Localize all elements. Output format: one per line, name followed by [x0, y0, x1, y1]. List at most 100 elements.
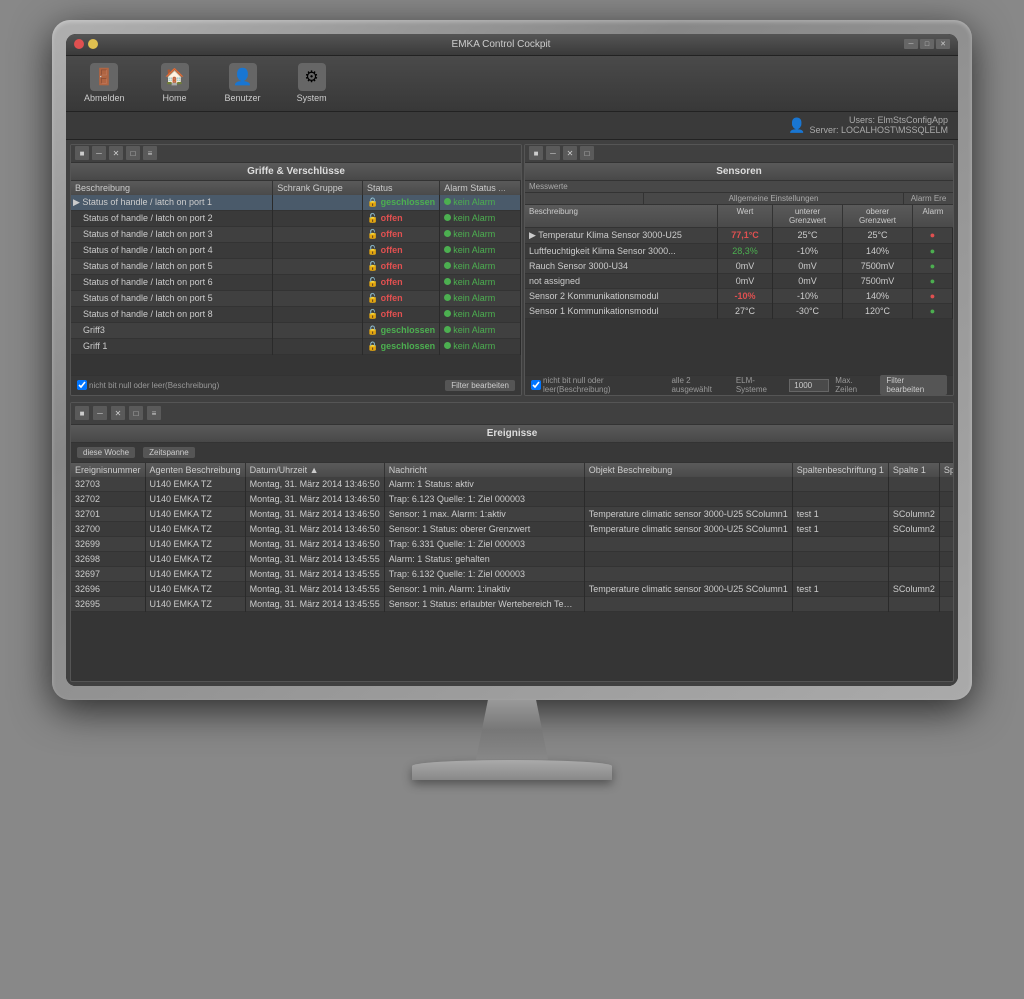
home-icon: 🏠 — [161, 63, 189, 91]
toolbar-abmelden[interactable]: 🚪 Abmelden — [76, 59, 133, 107]
griffe-row[interactable]: Status of handle / latch on port 5 🔓 off… — [71, 258, 521, 274]
sensor-cell-unterer: -10% — [773, 243, 843, 258]
griffe-tool-5[interactable]: ≡ — [143, 146, 157, 160]
ereignis-cell-col1hdr: test 1 — [792, 521, 888, 536]
sensoren-row[interactable]: Rauch Sensor 3000-U34 0mV 0mV 7500mV ● — [525, 258, 953, 273]
sensor-cell-unterer: -10% — [773, 288, 843, 303]
close-dot[interactable] — [74, 39, 84, 49]
griffe-row[interactable]: Status of handle / latch on port 8 🔓 off… — [71, 306, 521, 322]
griffe-tool-4[interactable]: □ — [126, 146, 140, 160]
user-icon: 👤 — [788, 117, 805, 134]
griffe-filter-checkbox[interactable]: nicht bit null oder leer(Beschreibung) — [77, 380, 219, 390]
sensoren-row[interactable]: not assigned 0mV 0mV 7500mV ● — [525, 273, 953, 288]
allgemeine-label: Allgemeine Einstellungen — [643, 193, 903, 204]
ereignis-cell-msg: Sensor: 1 Status: erlaubter Wertebereich… — [384, 596, 584, 611]
griffe-toolbar: ■ ─ ✕ □ ≡ — [71, 145, 521, 163]
ereignisse-row[interactable]: 32695 U140 EMKA TZ Montag, 31. März 2014… — [71, 596, 953, 611]
ereignis-cell-num: 32701 — [71, 506, 145, 521]
close-button[interactable]: ✕ — [936, 39, 950, 49]
griffe-row[interactable]: Status of handle / latch on port 4 🔓 off… — [71, 242, 521, 258]
griffe-row[interactable]: Status of handle / latch on port 5 🔓 off… — [71, 290, 521, 306]
griffe-row[interactable]: Status of handle / latch on port 3 🔓 off… — [71, 226, 521, 242]
ereignisse-row[interactable]: 32697 U140 EMKA TZ Montag, 31. März 2014… — [71, 566, 953, 581]
ereignis-cell-msg: Trap: 6.331 Quelle: 1: Ziel 000003 — [384, 536, 584, 551]
griffe-tool-2[interactable]: ─ — [92, 146, 106, 160]
sensoren-row[interactable]: Sensor 2 Kommunikationsmodul -10% -10% 1… — [525, 288, 953, 303]
griffe-cell-status: 🔓 offen — [362, 274, 439, 290]
griffe-tool-1[interactable]: ■ — [75, 146, 89, 160]
ereignis-cell-msg: Sensor: 1 max. Alarm: 1:aktiv — [384, 506, 584, 521]
ereignis-cell-agent: U140 EMKA TZ — [145, 566, 245, 581]
toolbar-system[interactable]: ⚙ System — [289, 59, 335, 107]
ereignis-cell-spalte1 — [888, 551, 939, 566]
ereignisse-row[interactable]: 32702 U140 EMKA TZ Montag, 31. März 2014… — [71, 491, 953, 506]
ereignis-cell-col1hdr — [792, 596, 888, 611]
ereignis-cell-obj: Temperature climatic sensor 3000-U25 SCo… — [584, 521, 792, 536]
sensoren-table-container: ▶ Temperatur Klima Sensor 3000-U25 77,1°… — [525, 228, 953, 375]
ereignisse-row[interactable]: 32698 U140 EMKA TZ Montag, 31. März 2014… — [71, 551, 953, 566]
sensor-cell-alarm: ● — [913, 258, 953, 273]
sensoren-row[interactable]: Sensor 1 Kommunikationsmodul 27°C -30°C … — [525, 303, 953, 318]
toolbar-home[interactable]: 🏠 Home — [153, 59, 197, 107]
sensoren-filter-btn[interactable]: Filter bearbeiten — [880, 375, 947, 395]
elm-value-input[interactable] — [789, 379, 829, 392]
sensoren-row[interactable]: Luftfeuchtigkeit Klima Sensor 3000... 28… — [525, 243, 953, 258]
sensoren-table: ▶ Temperatur Klima Sensor 3000-U25 77,1°… — [525, 228, 953, 319]
ereignis-cell-datetime: Montag, 31. März 2014 13:45:55 — [245, 551, 384, 566]
sensoren-general-header: Allgemeine Einstellungen Alarm Ere — [525, 193, 953, 205]
ereignisse-tool-1[interactable]: ■ — [75, 406, 89, 420]
griffe-row[interactable]: Status of handle / latch on port 2 🔓 off… — [71, 210, 521, 226]
griffe-row[interactable]: ▶ Status of handle / latch on port 1 🔒 g… — [71, 195, 521, 211]
ereignisse-tool-5[interactable]: ≡ — [147, 406, 161, 420]
maximize-button[interactable]: □ — [920, 39, 934, 49]
col-beschreibung: Beschreibung — [71, 181, 273, 195]
monitor-bezel: EMKA Control Cockpit ─ □ ✕ 🚪 Abmelden 🏠 — [66, 34, 958, 686]
ereignis-cell-num: 32703 — [71, 477, 145, 492]
max-zeilen-label: Max. Zeilen — [835, 376, 874, 394]
ereignisse-row[interactable]: 32703 U140 EMKA TZ Montag, 31. März 2014… — [71, 477, 953, 492]
griffe-tool-3[interactable]: ✕ — [109, 146, 123, 160]
ereignisse-row[interactable]: 32696 U140 EMKA TZ Montag, 31. März 2014… — [71, 581, 953, 596]
ereignis-cell-datetime: Montag, 31. März 2014 13:45:55 — [245, 581, 384, 596]
col-unterer-header: unterer Grenzwert — [773, 205, 843, 227]
ereignisse-row[interactable]: 32700 U140 EMKA TZ Montag, 31. März 2014… — [71, 521, 953, 536]
ereignis-cell-spaltebesc — [939, 477, 953, 492]
minimize-dot[interactable] — [88, 39, 98, 49]
ereignis-cell-datetime: Montag, 31. März 2014 13:45:55 — [245, 566, 384, 581]
sensor-cell-alarm: ● — [913, 273, 953, 288]
sensor-cell-unterer: 25°C — [773, 228, 843, 244]
minimize-button[interactable]: ─ — [904, 39, 918, 49]
filter-zeitspanne[interactable]: Zeitspanne — [143, 447, 195, 458]
col-alarm-header: Alarm — [913, 205, 953, 227]
griffe-cell-desc: ▶ Status of handle / latch on port 1 — [71, 195, 273, 211]
toolbar-benutzer[interactable]: 👤 Benutzer — [217, 59, 269, 107]
sensor-cell-oberer: 7500mV — [843, 258, 913, 273]
sensoren-tool-1[interactable]: ■ — [529, 146, 543, 160]
sensoren-tool-4[interactable]: □ — [580, 146, 594, 160]
griffe-cell-alarm: kein Alarm — [440, 195, 521, 211]
ereignisse-row[interactable]: 32699 U140 EMKA TZ Montag, 31. März 2014… — [71, 536, 953, 551]
ereignisse-row[interactable]: 32701 U140 EMKA TZ Montag, 31. März 2014… — [71, 506, 953, 521]
ereignisse-tool-4[interactable]: □ — [129, 406, 143, 420]
ereignisse-tool-2[interactable]: ─ — [93, 406, 107, 420]
griffe-row[interactable]: Griff 1 🔒 geschlossen kein Alarm — [71, 338, 521, 354]
griffe-filter-btn[interactable]: Filter bearbeiten — [445, 380, 515, 391]
ereignis-cell-col1hdr — [792, 566, 888, 581]
col-wert-header: Wert — [718, 205, 773, 227]
col-spaltenbeschriftung: Spaltenbeschriftung 1 — [792, 463, 888, 477]
griffe-row[interactable]: Griff3 🔒 geschlossen kein Alarm — [71, 322, 521, 338]
griffe-row[interactable]: Status of handle / latch on port 6 🔓 off… — [71, 274, 521, 290]
griffe-panel-title: Griffe & Verschlüsse — [71, 163, 521, 181]
ereignisse-tool-3[interactable]: ✕ — [111, 406, 125, 420]
sensoren-panel: ■ ─ ✕ □ Sensoren Messwerte — [524, 144, 954, 396]
sensor-cell-desc: Sensor 1 Kommunikationsmodul — [525, 303, 718, 318]
sensoren-row[interactable]: ▶ Temperatur Klima Sensor 3000-U25 77,1°… — [525, 228, 953, 244]
ereignis-cell-spalte1 — [888, 566, 939, 581]
sensoren-filter-checkbox[interactable]: nicht bit null oder leer(Beschreibung) — [531, 376, 665, 394]
sensor-cell-oberer: 120°C — [843, 303, 913, 318]
ereignis-cell-num: 32702 — [71, 491, 145, 506]
main-content: ■ ─ ✕ □ ≡ Griffe & Verschlüsse — [66, 140, 958, 686]
sensoren-tool-3[interactable]: ✕ — [563, 146, 577, 160]
filter-diese-woche[interactable]: diese Woche — [77, 447, 135, 458]
sensoren-tool-2[interactable]: ─ — [546, 146, 560, 160]
